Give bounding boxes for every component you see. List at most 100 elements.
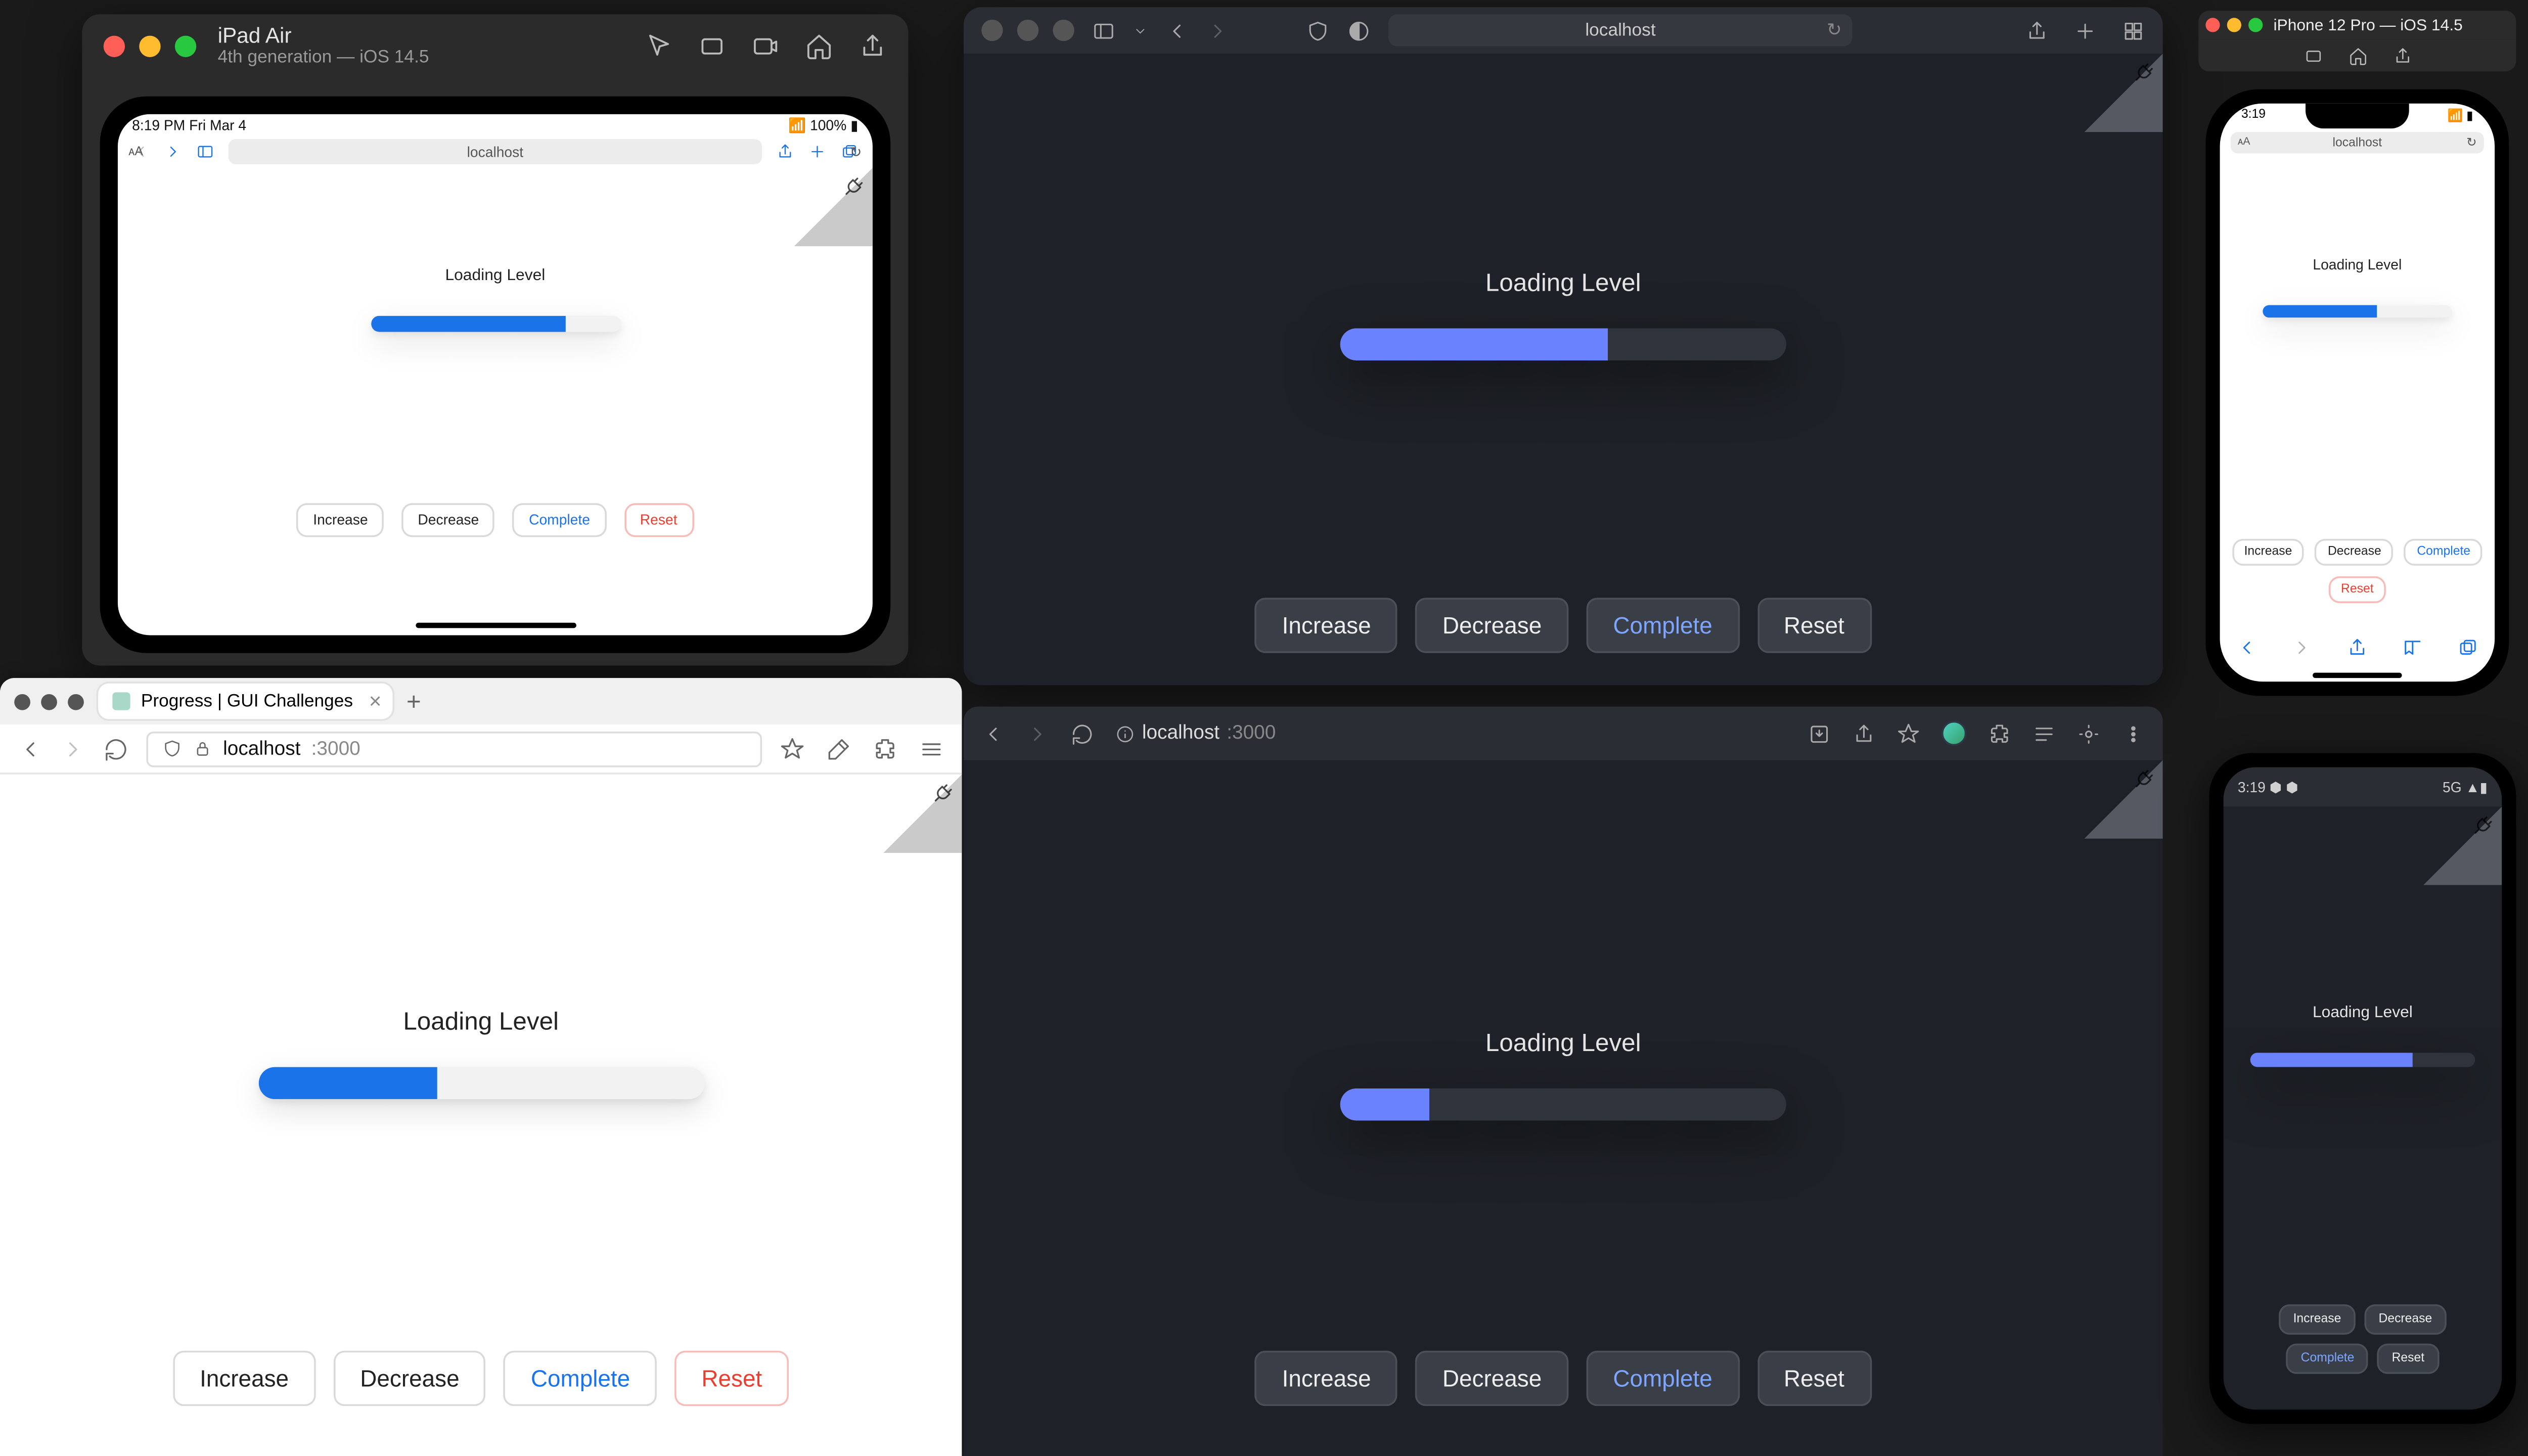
forward-icon[interactable]: [164, 143, 182, 160]
close-icon[interactable]: [981, 20, 1003, 41]
increase-button[interactable]: Increase: [297, 503, 384, 537]
reset-button[interactable]: Reset: [1757, 1351, 1871, 1406]
close-icon[interactable]: [14, 693, 30, 709]
browser-tab[interactable]: Progress | GUI Challenges ×: [98, 684, 392, 719]
back-icon[interactable]: [18, 736, 42, 761]
reset-button[interactable]: Reset: [2328, 576, 2386, 603]
decrease-button[interactable]: Decrease: [1416, 598, 1568, 653]
progress-label: Loading Level: [2313, 257, 2402, 273]
new-tab-icon[interactable]: [808, 143, 826, 160]
record-icon[interactable]: [751, 32, 780, 61]
bookmark-icon[interactable]: [780, 736, 804, 761]
reset-button[interactable]: Reset: [1757, 598, 1871, 653]
increase-button[interactable]: Increase: [2232, 539, 2305, 566]
reload-icon[interactable]: ↻: [2466, 135, 2477, 150]
sidebar-icon[interactable]: [1092, 19, 1115, 42]
minimize-icon[interactable]: [1017, 20, 1039, 41]
zoom-icon[interactable]: [1053, 20, 1074, 41]
reload-icon[interactable]: ↻: [1827, 21, 1842, 40]
assistant-icon[interactable]: [2077, 722, 2100, 745]
reload-icon[interactable]: ↻: [850, 144, 862, 160]
complete-button[interactable]: Complete: [513, 503, 606, 537]
new-tab-button[interactable]: +: [407, 687, 421, 715]
shield-icon[interactable]: [1306, 19, 1330, 42]
reset-button[interactable]: Reset: [2377, 1344, 2439, 1374]
decrease-button[interactable]: Decrease: [2315, 539, 2394, 566]
install-icon[interactable]: [1808, 722, 1831, 745]
tabs-icon[interactable]: [2457, 637, 2478, 658]
zoom-icon[interactable]: [68, 693, 84, 709]
back-icon[interactable]: [981, 722, 1005, 745]
increase-button[interactable]: Increase: [2279, 1304, 2355, 1335]
pointer-icon[interactable]: [644, 32, 672, 61]
home-indicator[interactable]: [415, 623, 576, 628]
share-icon[interactable]: [859, 32, 887, 61]
ipad-url-field[interactable]: ᴀA localhost ↻: [229, 139, 762, 164]
share-icon[interactable]: [2392, 46, 2412, 65]
complete-button[interactable]: Complete: [1586, 598, 1739, 653]
home-icon[interactable]: [2348, 46, 2367, 65]
bookmark-icon[interactable]: [1897, 722, 1920, 745]
increase-button[interactable]: Increase: [1255, 1351, 1398, 1406]
zoom-icon[interactable]: [2248, 18, 2263, 32]
bookmarks-icon[interactable]: [2402, 637, 2423, 658]
increase-button[interactable]: Increase: [173, 1351, 315, 1406]
close-tab-icon[interactable]: ×: [369, 691, 382, 712]
lock-icon[interactable]: [193, 739, 212, 758]
minimize-icon[interactable]: [41, 693, 57, 709]
reader-icon[interactable]: ᴀA: [128, 146, 143, 158]
close-icon[interactable]: [104, 36, 125, 57]
extensions-icon[interactable]: [1988, 722, 2011, 745]
reader-icon[interactable]: ᴀA: [2238, 138, 2250, 148]
reset-button[interactable]: Reset: [674, 1351, 789, 1406]
chevron-down-icon[interactable]: [1133, 19, 1147, 42]
extension-icon[interactable]: [873, 736, 897, 761]
shield-icon[interactable]: [162, 739, 182, 758]
plug-icon: [2126, 56, 2161, 91]
chrome-url-field[interactable]: localhost:3000: [1115, 722, 1276, 744]
forward-icon[interactable]: [2291, 637, 2313, 658]
screenshot-icon[interactable]: [2303, 46, 2323, 65]
forward-icon[interactable]: [61, 736, 85, 761]
forward-icon[interactable]: [1026, 722, 1049, 745]
sidebar-icon[interactable]: [196, 143, 214, 160]
decrease-button[interactable]: Decrease: [333, 1351, 486, 1406]
back-icon[interactable]: [1165, 19, 1189, 42]
tabs-icon[interactable]: [2121, 19, 2145, 42]
decrease-button[interactable]: Decrease: [2364, 1304, 2446, 1335]
home-icon[interactable]: [805, 32, 833, 61]
new-tab-icon[interactable]: [2073, 19, 2097, 42]
close-icon[interactable]: [2205, 18, 2220, 32]
minimize-icon[interactable]: [139, 36, 160, 57]
decrease-button[interactable]: Decrease: [402, 503, 495, 537]
complete-button[interactable]: Complete: [2286, 1344, 2368, 1374]
iphone-url-field[interactable]: ᴀA localhost ↻: [2231, 132, 2484, 153]
home-indicator[interactable]: [2313, 673, 2402, 678]
reset-button[interactable]: Reset: [624, 503, 693, 537]
site-info-icon[interactable]: [1115, 723, 1135, 743]
share-icon[interactable]: [2025, 19, 2049, 42]
share-icon[interactable]: [2346, 637, 2368, 658]
safari-url-field[interactable]: localhost ↻: [1388, 14, 1853, 47]
zoom-icon[interactable]: [175, 36, 196, 57]
minimize-icon[interactable]: [2227, 18, 2241, 32]
reload-icon[interactable]: [1071, 722, 1094, 745]
share-icon[interactable]: [776, 143, 794, 160]
complete-button[interactable]: Complete: [1586, 1351, 1739, 1406]
back-icon[interactable]: [2237, 637, 2258, 658]
complete-button[interactable]: Complete: [2405, 539, 2483, 566]
appearance-icon[interactable]: [1347, 19, 1371, 42]
share-icon[interactable]: [1853, 722, 1876, 745]
forward-icon[interactable]: [1206, 19, 1230, 42]
reading-list-icon[interactable]: [2033, 722, 2056, 745]
reload-icon[interactable]: [104, 736, 128, 761]
eyedropper-icon[interactable]: [826, 736, 851, 761]
decrease-button[interactable]: Decrease: [1416, 1351, 1568, 1406]
firefox-url-field[interactable]: localhost:3000: [146, 731, 762, 766]
menu-icon[interactable]: [919, 736, 944, 761]
screenshot-icon[interactable]: [698, 32, 726, 61]
profile-avatar[interactable]: [1942, 721, 1966, 746]
menu-icon[interactable]: [2121, 722, 2145, 745]
increase-button[interactable]: Increase: [1255, 598, 1398, 653]
complete-button[interactable]: Complete: [504, 1351, 657, 1406]
